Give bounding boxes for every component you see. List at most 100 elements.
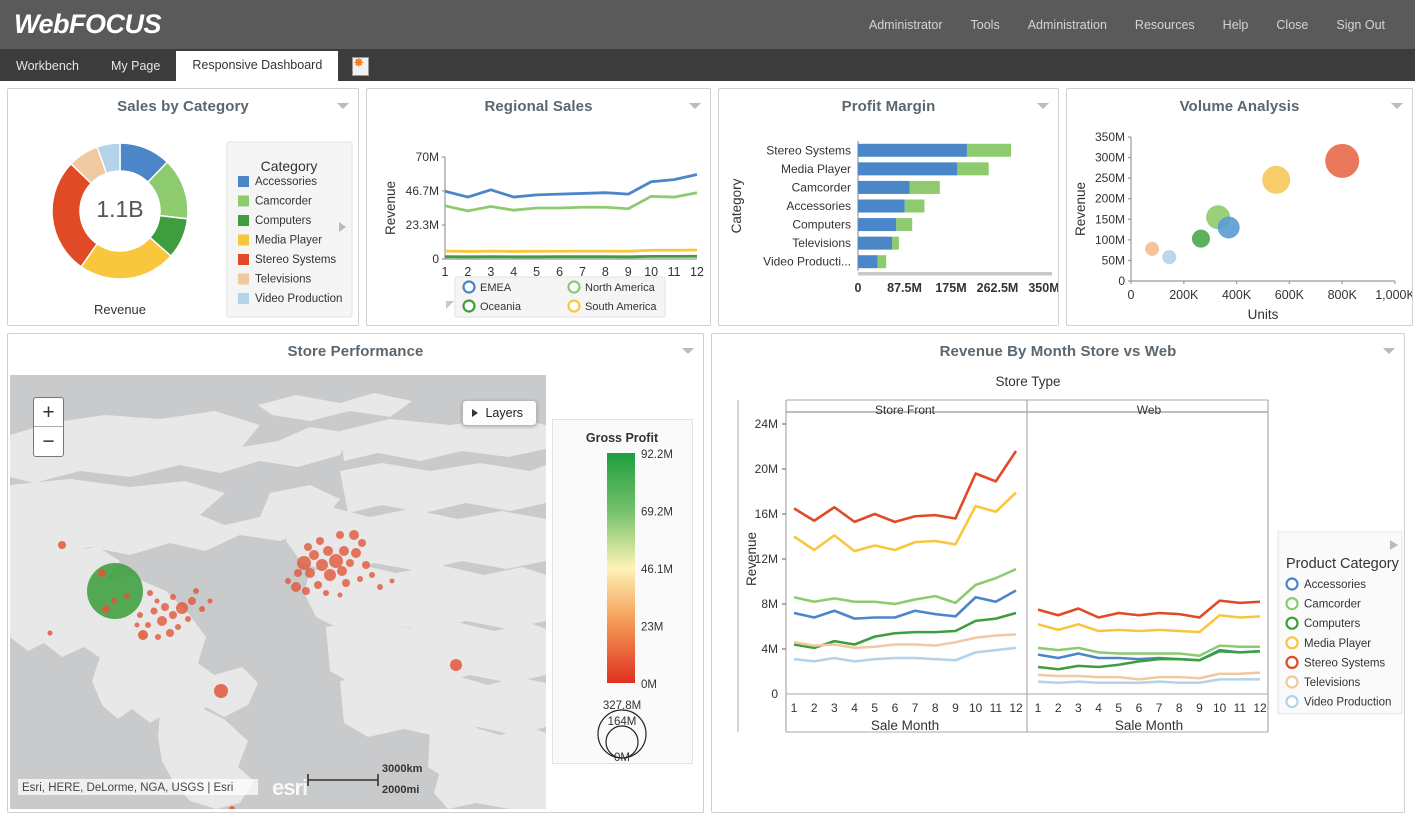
legend-marker[interactable] (1287, 677, 1298, 688)
tab-workbench[interactable]: Workbench (0, 52, 95, 81)
legend-swatch[interactable] (238, 215, 249, 226)
data-line[interactable] (445, 193, 697, 211)
layers-button[interactable]: Layers (462, 400, 537, 426)
data-line[interactable] (1038, 615, 1260, 632)
revenue-by-month-plot[interactable]: Store TypeStore FrontWeb04M8M12M16M20M24… (738, 374, 1402, 733)
legend-marker[interactable] (464, 301, 475, 312)
y-tick: 24M (755, 417, 778, 431)
data-line[interactable] (794, 451, 1016, 522)
legend-expand-icon[interactable] (339, 222, 346, 232)
legend-collapse-icon[interactable] (446, 301, 454, 309)
regional-sales-plot[interactable]: 023.3M46.7M70M123456789101112MonthRevenu… (383, 150, 704, 317)
scatter-point[interactable] (1192, 230, 1210, 248)
y-tick: 150M (1095, 212, 1125, 226)
x-tick: 200K (1169, 288, 1199, 302)
bar-segment[interactable] (858, 162, 957, 175)
legend-marker[interactable] (1287, 657, 1298, 668)
bar-segment[interactable] (858, 218, 896, 231)
map-scale-mi: 2000mi (382, 784, 419, 796)
legend-swatch[interactable] (238, 254, 249, 265)
chevron-down-icon[interactable] (1037, 103, 1049, 109)
category-label: Televisions (792, 236, 851, 250)
legend-label: Media Player (1304, 638, 1371, 650)
y-axis-label: Category (729, 178, 744, 233)
legend-swatch[interactable] (238, 235, 249, 246)
page-star-icon[interactable] (352, 57, 369, 76)
bar-segment[interactable] (858, 255, 878, 268)
nav-administration[interactable]: Administration (1014, 18, 1121, 32)
bar-segment[interactable] (967, 144, 1011, 157)
profit-margin-plot[interactable]: Stereo SystemsMedia PlayerCamcorderAcces… (729, 141, 1058, 295)
bar-segment[interactable] (858, 200, 905, 213)
bar-segment[interactable] (905, 200, 925, 213)
nav-sign-out[interactable]: Sign Out (1322, 18, 1399, 32)
legend-swatch[interactable] (238, 176, 249, 187)
legend-marker[interactable] (1287, 598, 1298, 609)
scatter-point[interactable] (1262, 166, 1290, 194)
scatter-point[interactable] (1145, 242, 1159, 256)
legend-marker[interactable] (569, 301, 580, 312)
bar-segment[interactable] (858, 237, 892, 250)
zoom-in-button[interactable]: + (34, 398, 63, 427)
data-line[interactable] (445, 174, 697, 197)
nav-help[interactable]: Help (1209, 18, 1263, 32)
legend-label: Accessories (1304, 579, 1366, 591)
map-zoom-controls[interactable]: + − (33, 397, 64, 457)
data-line[interactable] (445, 256, 697, 257)
chevron-down-icon[interactable] (689, 103, 701, 109)
map-scale-km: 3000km (382, 763, 423, 775)
bar-segment[interactable] (858, 181, 910, 194)
data-line[interactable] (794, 493, 1016, 552)
data-line[interactable] (794, 634, 1016, 648)
bar-segment[interactable] (910, 181, 940, 194)
legend-marker[interactable] (1287, 618, 1298, 629)
data-line[interactable] (794, 648, 1016, 662)
panel-revenue-by-month: Revenue By Month Store vs Web Store Type… (711, 333, 1405, 813)
panel-store-performance: Store Performance (7, 333, 704, 813)
x-tick: 0 (1128, 288, 1135, 302)
chevron-down-icon[interactable] (682, 348, 694, 354)
x-tick: 8 (1176, 701, 1183, 715)
nav-tools[interactable]: Tools (957, 18, 1014, 32)
x-tick: 12 (690, 265, 704, 279)
data-line[interactable] (794, 613, 1016, 648)
chevron-down-icon[interactable] (337, 103, 349, 109)
bar-segment[interactable] (892, 237, 899, 250)
scatter-point[interactable] (1325, 144, 1359, 178)
data-line[interactable] (794, 591, 1016, 619)
bar-segment[interactable] (878, 255, 887, 268)
nav-administrator[interactable]: Administrator (855, 18, 957, 32)
donut-axis-label: Revenue (94, 302, 146, 317)
legend-marker[interactable] (1287, 579, 1298, 590)
y-tick: 46.7M (406, 184, 439, 198)
volume-analysis-plot[interactable]: 050M100M150M200M250M300M350M0200K400K600… (1073, 130, 1412, 322)
x-tick: 5 (1115, 701, 1122, 715)
chevron-down-icon[interactable] (1383, 348, 1395, 354)
x-tick: 7 (912, 701, 919, 715)
legend-swatch[interactable] (238, 293, 249, 304)
legend-marker[interactable] (569, 282, 580, 293)
legend-marker[interactable] (1287, 637, 1298, 648)
world-map[interactable]: Esri, HERE, DeLorme, NGA, USGS | Esri es… (10, 375, 546, 809)
data-line[interactable] (1038, 679, 1260, 682)
bar-segment[interactable] (858, 144, 967, 157)
scatter-point[interactable] (1162, 250, 1176, 264)
legend-marker[interactable] (1287, 696, 1298, 707)
legend-marker[interactable] (464, 282, 475, 293)
size-legend-max: 327.8M (603, 700, 641, 712)
y-tick: 250M (1095, 171, 1125, 185)
map-canvas[interactable]: Esri, HERE, DeLorme, NGA, USGS | Esri es… (10, 375, 546, 809)
nav-resources[interactable]: Resources (1121, 18, 1209, 32)
legend-swatch[interactable] (238, 196, 249, 207)
legend-swatch[interactable] (238, 274, 249, 285)
chevron-down-icon[interactable] (1391, 103, 1403, 109)
tab-my-page[interactable]: My Page (95, 52, 176, 81)
bar-segment[interactable] (957, 162, 988, 175)
nav-close[interactable]: Close (1262, 18, 1322, 32)
bar-segment[interactable] (896, 218, 912, 231)
zoom-out-button[interactable]: − (34, 427, 63, 456)
scatter-point[interactable] (1218, 217, 1240, 239)
tab-responsive-dashboard[interactable]: Responsive Dashboard (176, 51, 338, 81)
x-tick: 1 (1035, 701, 1042, 715)
data-line[interactable] (445, 250, 697, 251)
